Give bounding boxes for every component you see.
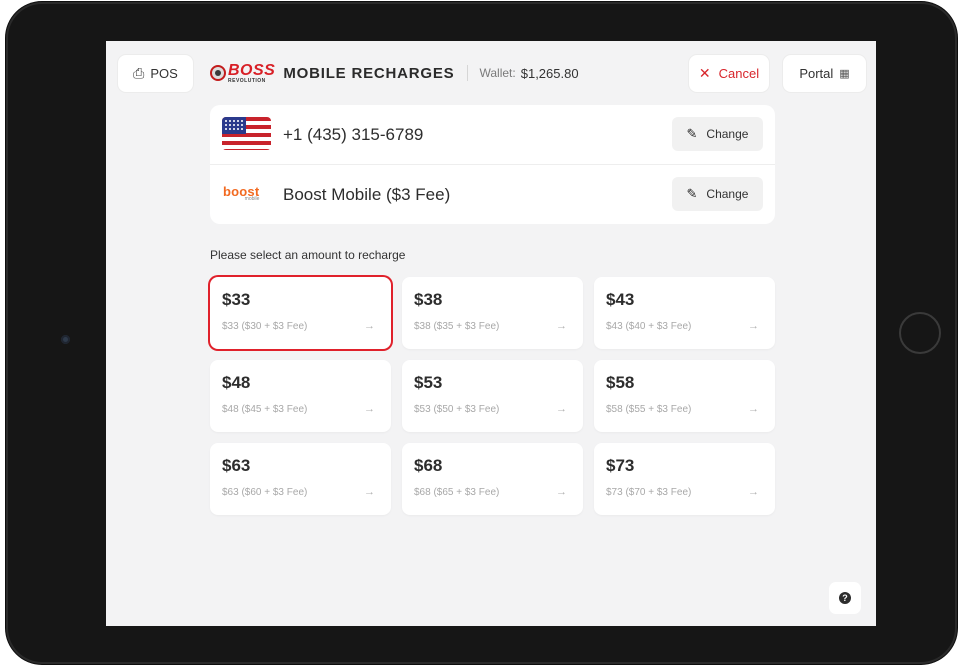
arrow-right-icon: → (748, 486, 759, 498)
boss-logo-subtext: REVOLUTION (228, 77, 266, 84)
home-button[interactable] (899, 312, 941, 354)
cart-icon: ⎙ (133, 65, 145, 81)
change-label: Change (706, 187, 749, 201)
amount-tile[interactable]: $63 $63 ($60 + $3 Fee) → (210, 443, 391, 515)
arrow-right-icon: → (556, 486, 567, 498)
amount-detail: $43 ($40 + $3 Fee) (606, 321, 692, 332)
boost-logo: boost mobile (223, 185, 259, 202)
amount-value: $48 (222, 373, 251, 392)
amount-value: $53 (414, 373, 443, 392)
amount-value: $33 (222, 290, 251, 309)
cancel-button[interactable]: ✕ Cancel (689, 55, 769, 92)
amount-prompt: Please select an amount to recharge (210, 248, 406, 262)
amount-tile[interactable]: $58 $58 ($55 + $3 Fee) → (594, 360, 775, 432)
carrier-row: boost mobile Boost Mobile ($3 Fee) ✎ Cha… (210, 165, 775, 224)
globe-icon (210, 65, 226, 81)
amount-value: $43 (606, 290, 635, 309)
boss-logo: BOSS REVOLUTION (210, 61, 276, 84)
portal-button[interactable]: Portal ▦ (783, 55, 866, 92)
amount-value: $73 (606, 456, 635, 475)
amount-detail: $48 ($45 + $3 Fee) (222, 404, 308, 415)
arrow-right-icon: → (748, 403, 759, 415)
pencil-icon: ✎ (686, 186, 698, 201)
pos-button[interactable]: ⎙ POS (118, 55, 193, 92)
title-divider (466, 65, 468, 81)
amount-tile[interactable]: $38 $38 ($35 + $3 Fee) → (402, 277, 583, 349)
phone-number: +1 (435) 315-6789 (283, 124, 424, 144)
arrow-right-icon: → (556, 403, 567, 415)
change-carrier-button[interactable]: ✎ Change (672, 177, 763, 211)
amount-detail: $63 ($60 + $3 Fee) (222, 487, 308, 498)
pencil-icon: ✎ (686, 126, 698, 141)
amount-detail: $58 ($55 + $3 Fee) (606, 404, 692, 415)
top-bar: ⎙ POS BOSS REVOLUTION MOBILE RECHARGES W… (106, 41, 876, 103)
arrow-right-icon: → (556, 320, 567, 332)
app-screen: ⎙ POS BOSS REVOLUTION MOBILE RECHARGES W… (106, 41, 876, 626)
amount-tile[interactable]: $43 $43 ($40 + $3 Fee) → (594, 277, 775, 349)
help-icon: ? (839, 592, 851, 604)
arrow-right-icon: → (364, 486, 375, 498)
change-phone-button[interactable]: ✎ Change (672, 117, 763, 151)
close-icon: ✕ (698, 65, 711, 81)
boss-logo-text: BOSS (228, 61, 276, 79)
amount-tile[interactable]: $73 $73 ($70 + $3 Fee) → (594, 443, 775, 515)
amount-detail: $38 ($35 + $3 Fee) (414, 321, 500, 332)
amount-tile[interactable]: $48 $48 ($45 + $3 Fee) → (210, 360, 391, 432)
phone-row: +1 (435) 315-6789 ✎ Change (210, 105, 775, 165)
amount-detail: $53 ($50 + $3 Fee) (414, 404, 500, 415)
amount-tile[interactable]: $53 $53 ($50 + $3 Fee) → (402, 360, 583, 432)
tablet-frame: ⎙ POS BOSS REVOLUTION MOBILE RECHARGES W… (6, 2, 957, 664)
amount-tile[interactable]: $33 $33 ($30 + $3 Fee) → (210, 277, 391, 349)
amount-detail: $68 ($65 + $3 Fee) (414, 487, 500, 498)
recipient-card: +1 (435) 315-6789 ✎ Change boost mobile … (210, 105, 775, 224)
portal-icon: ▦ (839, 68, 850, 80)
cancel-label: Cancel (718, 66, 760, 81)
change-label: Change (706, 127, 749, 141)
us-flag-icon (222, 117, 271, 150)
carrier-name: Boost Mobile ($3 Fee) (283, 184, 451, 204)
amount-detail: $73 ($70 + $3 Fee) (606, 487, 692, 498)
amount-value: $58 (606, 373, 635, 392)
wallet-balance: $1,265.80 (520, 65, 579, 81)
brand-header: BOSS REVOLUTION MOBILE RECHARGES Wallet:… (210, 61, 579, 85)
page-title: MOBILE RECHARGES (283, 64, 455, 82)
arrow-right-icon: → (364, 403, 375, 415)
amount-detail: $33 ($30 + $3 Fee) (222, 321, 308, 332)
amount-value: $38 (414, 290, 443, 309)
amount-value: $63 (222, 456, 251, 475)
wallet-label: Wallet: (479, 66, 516, 80)
help-button[interactable]: ? (829, 582, 861, 614)
camera-lens (61, 335, 70, 344)
arrow-right-icon: → (364, 320, 375, 332)
portal-label: Portal (799, 66, 834, 81)
arrow-right-icon: → (748, 320, 759, 332)
amount-value: $68 (414, 456, 443, 475)
amount-tile[interactable]: $68 $68 ($65 + $3 Fee) → (402, 443, 583, 515)
pos-label: POS (150, 66, 178, 81)
